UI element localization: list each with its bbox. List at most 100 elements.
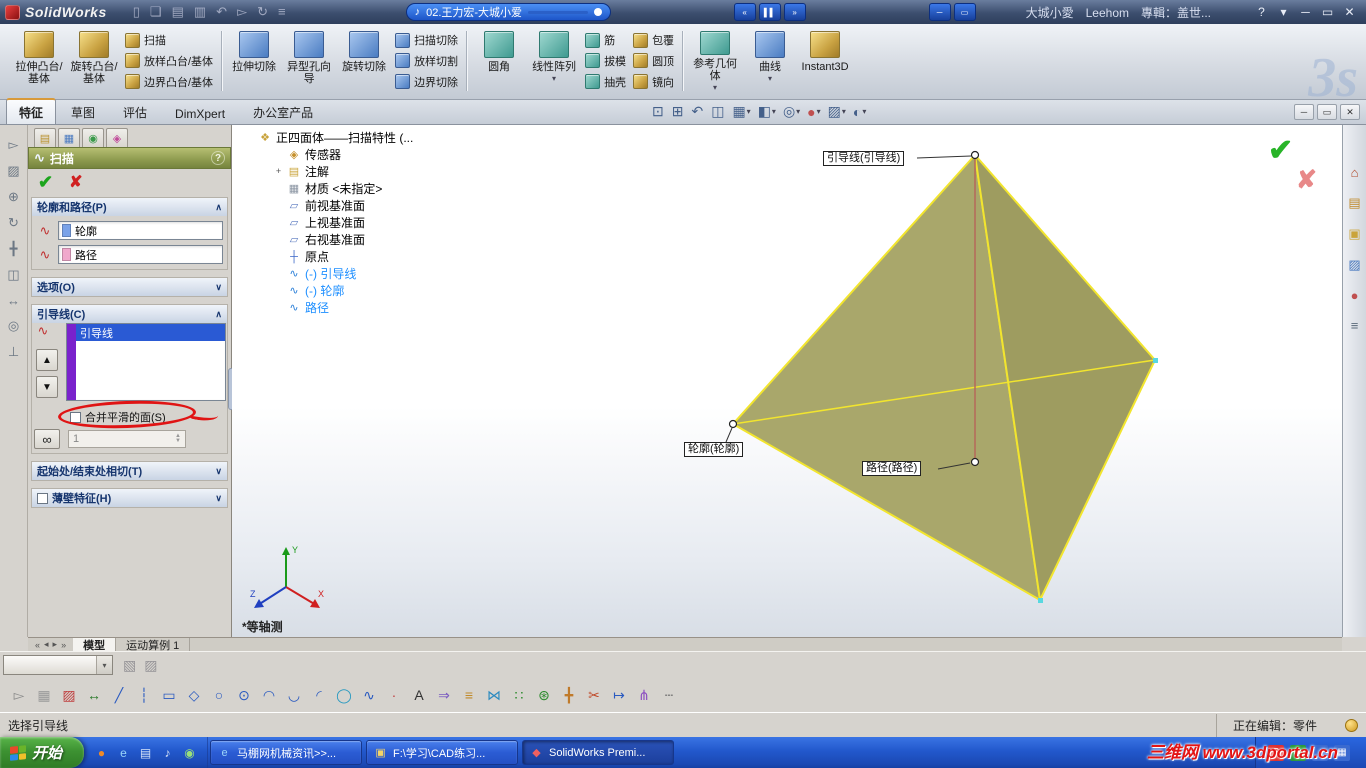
status-sphere-icon[interactable]	[1345, 718, 1358, 732]
propertymanager-tab-icon[interactable]: ▦	[58, 128, 80, 147]
file-explorer-icon[interactable]: ▣	[1348, 226, 1360, 242]
revolved-cut-button[interactable]: 旋转切除	[338, 27, 390, 95]
select-icon[interactable]: ▻	[9, 137, 19, 153]
feature-tree-item[interactable]: ┼ 原点	[274, 248, 413, 265]
maximize-icon[interactable]: ▭	[1319, 5, 1336, 19]
headsup-tool[interactable]: ◫	[711, 103, 725, 120]
profile-path-section-header[interactable]: 轮廓和路径(P) ∧	[32, 198, 227, 216]
options-section-header[interactable]: 选项(O) ∨	[32, 278, 227, 296]
boundary-cut-button[interactable]: 边界切除	[393, 72, 460, 92]
dropdown-arrow-icon[interactable]: ▾	[817, 107, 821, 116]
tree-expander[interactable]: +	[274, 167, 283, 176]
trim-entities-icon[interactable]: ✂	[583, 684, 605, 706]
appearance-icon[interactable]: ◎	[8, 318, 19, 334]
headsup-tool[interactable]: ⊡	[652, 103, 665, 120]
lofted-cut-button[interactable]: 放样切割	[393, 51, 460, 71]
open-document-icon[interactable]: ❏	[150, 4, 162, 20]
next-track-icon[interactable]: »	[783, 3, 806, 21]
sketch-icon[interactable]: ▨	[58, 684, 80, 706]
revolved-boss-button[interactable]: 旋转凸台/基体	[68, 27, 120, 95]
dome-button[interactable]: 圆顶	[631, 51, 676, 71]
doc-minimize-icon[interactable]: ─	[1294, 104, 1314, 120]
tab-evaluate[interactable]: 评估	[110, 99, 160, 124]
move-entities-icon[interactable]: ╋	[558, 684, 580, 706]
guide-curves-section-header[interactable]: 引导线(C) ∧	[32, 305, 227, 323]
help-icon[interactable]: ?	[1253, 5, 1270, 19]
offset-entities-icon[interactable]: ≡	[458, 684, 480, 706]
spinner-arrows[interactable]: ▲ ▼	[175, 433, 181, 444]
expand-chevron-icon[interactable]: ∨	[215, 282, 222, 293]
doc-restore-icon[interactable]: ▭	[1317, 104, 1337, 120]
circle-icon[interactable]: ○	[208, 684, 230, 706]
spline-icon[interactable]: ∿	[358, 684, 380, 706]
path-callout[interactable]: 路径(路径)	[862, 461, 922, 476]
thin-feature-header[interactable]: 薄壁特征(H) ∨	[32, 489, 227, 507]
graphics-viewport[interactable]: ❖ 正四面体——扫描特性 (... ◈ 传感器 + ▤ 注解 ▦ 材质 <未指定…	[232, 125, 1342, 637]
spin-down-icon[interactable]: ▼	[175, 438, 181, 444]
ok-button[interactable]: ✔	[38, 172, 53, 193]
feature-tree-item[interactable]: ∿ (-) 轮廓	[274, 282, 413, 299]
minimize-icon[interactable]: ─	[1297, 5, 1314, 19]
section-icon[interactable]: ◫	[7, 267, 19, 283]
headsup-tool[interactable]: ▦ ▾	[732, 103, 750, 120]
hole-wizard-button[interactable]: 异型孔向导	[283, 27, 335, 95]
player-restore-icon[interactable]: ▭	[953, 3, 976, 21]
construction-geometry-icon[interactable]: ┄	[658, 684, 680, 706]
boundary-boss-button[interactable]: 边界凸台/基体	[123, 72, 215, 92]
tab-nav-arrow-icon[interactable]: ▸	[53, 639, 58, 650]
wrap-button[interactable]: 包覆	[631, 30, 676, 50]
dimxpertmanager-tab-icon[interactable]: ◈	[106, 128, 128, 147]
appearances-scenes-icon[interactable]: ●	[1351, 288, 1359, 303]
home-resources-icon[interactable]: ⌂	[1351, 165, 1359, 180]
instant3d-button[interactable]: Instant3D	[799, 27, 851, 95]
tree-expander[interactable]	[274, 184, 283, 193]
headsup-tool[interactable]: ↶	[691, 103, 704, 120]
headsup-tool[interactable]: ● ▾	[807, 104, 820, 120]
headsup-tool[interactable]: ◧ ▾	[758, 103, 776, 120]
collapse-chevron-icon[interactable]: ∧	[215, 309, 222, 320]
doc-close-icon[interactable]: ✕	[1340, 104, 1360, 120]
line-icon[interactable]: ╱	[108, 684, 130, 706]
select-arrow-icon[interactable]: ▻	[237, 4, 247, 20]
dropdown-arrow-icon[interactable]: ▾	[747, 107, 751, 116]
combobox-arrow-icon[interactable]: ▾	[96, 656, 112, 674]
headsup-tool[interactable]: ⊞	[672, 103, 685, 120]
three-point-arc-icon[interactable]: ◜	[308, 684, 330, 706]
rib-button[interactable]: 筋	[583, 30, 628, 50]
model-tab[interactable]: 模型	[73, 638, 117, 652]
headsup-tool[interactable]: ▨ ▾	[828, 103, 846, 120]
feature-tree-item[interactable]: ∿ (-) 引导线	[274, 265, 413, 282]
ellipse-icon[interactable]: ◯	[333, 684, 355, 706]
polygon-icon[interactable]: ◇	[183, 684, 205, 706]
headsup-tool[interactable]: ◎ ▾	[783, 103, 800, 120]
swept-boss-button[interactable]: 扫描	[123, 30, 215, 50]
curves-button[interactable]: 曲线 ▾	[744, 27, 796, 95]
start-button[interactable]: 开始	[0, 737, 85, 768]
feature-tree-item[interactable]: + ▤ 注解	[274, 163, 413, 180]
previous-track-icon[interactable]: «	[733, 3, 756, 21]
mirror-button[interactable]: 镜向	[631, 72, 676, 92]
pan-icon[interactable]: ╋	[10, 241, 18, 257]
feature-tree-item[interactable]: ▱ 前视基准面	[274, 197, 413, 214]
dropdown-arrow-icon[interactable]: ▾	[552, 73, 556, 85]
profile-callout[interactable]: 轮廓(轮廓)	[684, 442, 744, 457]
start-end-tangency-header[interactable]: 起始处/结束处相切(T) ∨	[32, 462, 227, 480]
media-player-track-bar[interactable]: ♪ 02.王力宏-大城小爱	[405, 3, 611, 21]
view-palette-icon[interactable]: ▨	[1348, 257, 1360, 273]
tree-expander[interactable]	[274, 303, 283, 312]
close-icon[interactable]: ✕	[1341, 5, 1358, 19]
show-desktop-icon[interactable]: ▤	[137, 744, 154, 761]
feature-tree-item[interactable]: ▱ 上视基准面	[274, 214, 413, 231]
linear-pattern-button[interactable]: 线性阵列 ▾	[528, 27, 580, 95]
dropdown-arrow-icon[interactable]: ▾	[796, 107, 800, 116]
perimeter-circle-icon[interactable]: ⊙	[233, 684, 255, 706]
options-icon[interactable]: ≡	[278, 4, 286, 20]
tab-office-products[interactable]: 办公室产品	[240, 99, 326, 124]
tab-sketch[interactable]: 草图	[58, 99, 108, 124]
tab-features[interactable]: 特征	[6, 98, 57, 124]
profile-vertex-marker[interactable]	[728, 419, 738, 429]
toolbar-combobox[interactable]: ▾	[3, 655, 113, 675]
dropdown-arrow-icon[interactable]: ▾	[842, 107, 846, 116]
tab-nav-arrow-icon[interactable]: »	[61, 640, 66, 650]
undo-icon[interactable]: ↶	[216, 4, 227, 20]
